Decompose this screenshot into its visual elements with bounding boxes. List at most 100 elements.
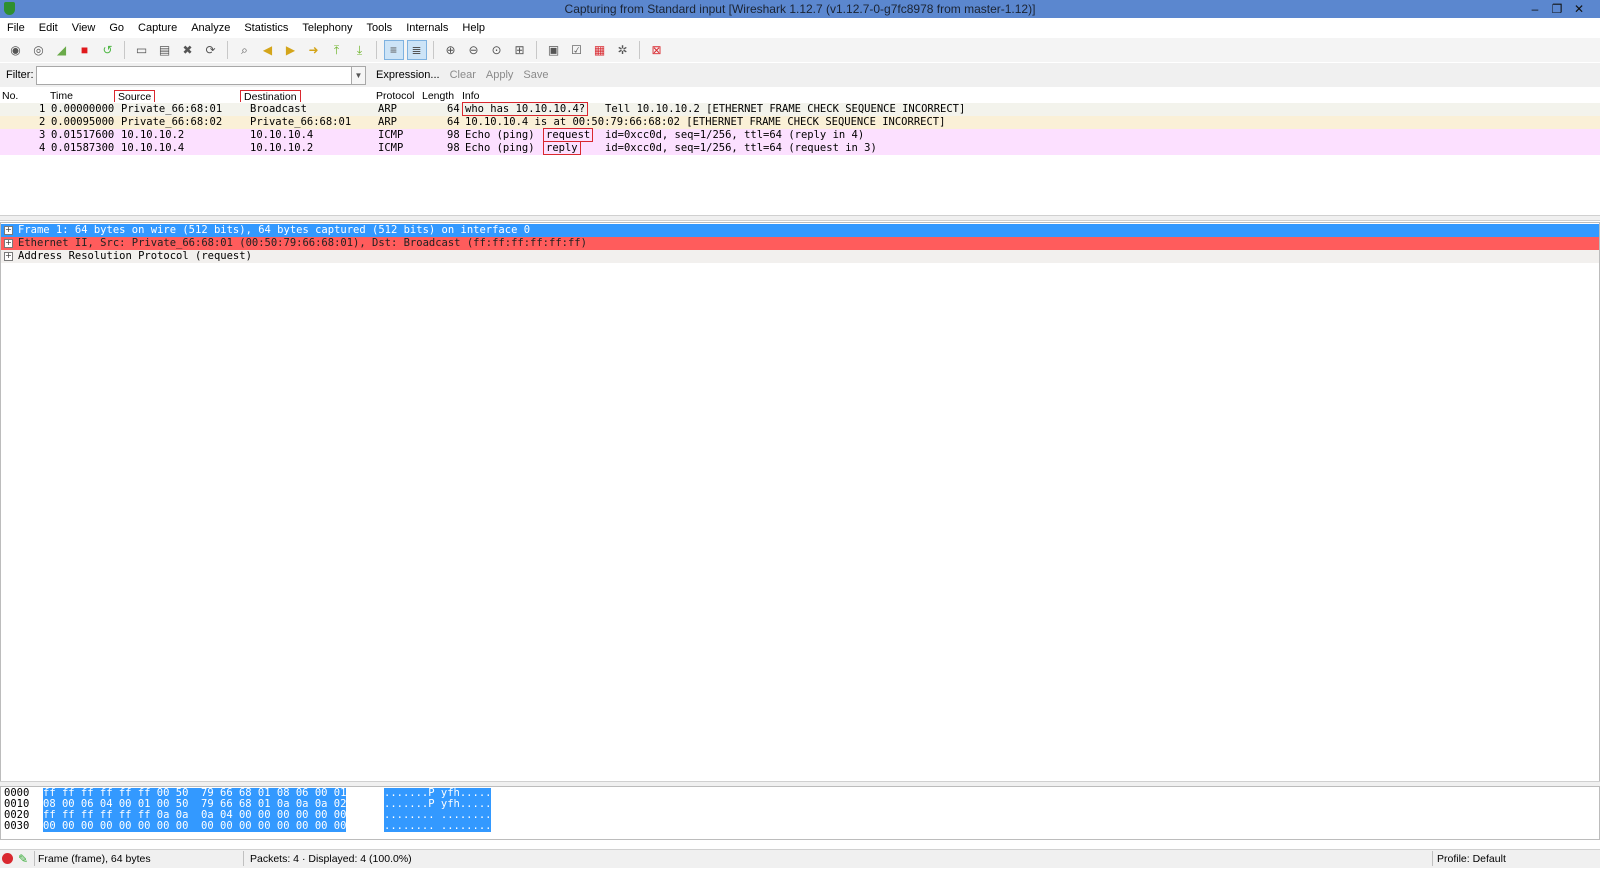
packet-info-highlight: request	[543, 128, 594, 142]
menu-telephony[interactable]: Telephony	[295, 22, 359, 34]
column-header-time[interactable]: Time	[50, 90, 73, 102]
forward-icon[interactable]: ▶	[281, 40, 301, 60]
status-separator	[1432, 851, 1433, 866]
capture-comment-icon[interactable]: ✎	[18, 852, 28, 866]
packet-row[interactable]: 4 0.01587300 10.10.10.4 10.10.10.2 ICMP …	[0, 141, 1600, 155]
zoom-in-icon[interactable]: ⊕	[441, 40, 461, 60]
menu-file[interactable]: File	[0, 22, 32, 34]
reload-icon[interactable]: ⟳	[201, 40, 221, 60]
packet-protocol: ARP	[378, 103, 397, 115]
menu-view[interactable]: View	[65, 22, 103, 34]
close-window-button[interactable]: ✕	[1568, 0, 1590, 18]
help-icon[interactable]: ⊠	[647, 40, 667, 60]
detail-text: Ethernet II, Src: Private_66:68:01 (00:5…	[18, 237, 587, 249]
filter-input[interactable]	[36, 65, 352, 85]
packet-info: id=0xcc0d, seq=1/256, ttl=64 (reply in 4…	[605, 129, 865, 141]
menu-statistics[interactable]: Statistics	[237, 22, 295, 34]
packet-row[interactable]: 2 0.00095000 Private_66:68:02 Private_66…	[0, 116, 1600, 129]
packet-length: 98	[447, 129, 460, 141]
packet-protocol: ARP	[378, 116, 397, 128]
packet-no: 2	[39, 116, 46, 128]
column-header-info[interactable]: Info	[462, 90, 480, 102]
packet-row[interactable]: 1 0.00000000 Private_66:68:01 Broadcast …	[0, 102, 1600, 116]
capture-filters-icon[interactable]: ▣	[544, 40, 564, 60]
packet-time: 0.00000000	[51, 103, 115, 115]
toolbar-separator	[536, 41, 537, 59]
column-header-protocol[interactable]: Protocol	[376, 90, 415, 102]
packet-list: 1 0.00000000 Private_66:68:01 Broadcast …	[0, 102, 1600, 214]
colorize-icon[interactable]: ≡	[383, 40, 404, 60]
column-header-length[interactable]: Length	[422, 90, 454, 102]
normal-size-icon[interactable]: ⊙	[487, 40, 507, 60]
packet-destination: 10.10.10.4	[250, 129, 314, 141]
toolbar-separator	[227, 41, 228, 59]
autoscroll-icon[interactable]: ≣	[406, 40, 427, 60]
expand-icon[interactable]: +	[4, 252, 13, 261]
start-capture-icon[interactable]: ◢	[52, 40, 72, 60]
preferences-icon[interactable]: ✲	[613, 40, 633, 60]
back-icon[interactable]: ◀	[258, 40, 278, 60]
save-filter-button[interactable]: Save	[523, 69, 548, 81]
open-icon[interactable]: ▭	[132, 40, 152, 60]
zoom-out-icon[interactable]: ⊖	[464, 40, 484, 60]
packet-source: 10.10.10.2	[121, 129, 185, 141]
expression-button[interactable]: Expression...	[376, 69, 440, 81]
packet-no: 1	[39, 103, 46, 115]
restart-capture-icon[interactable]: ↺	[98, 40, 118, 60]
menu-go[interactable]: Go	[102, 22, 131, 34]
apply-button[interactable]: Apply	[486, 69, 514, 81]
interfaces-icon[interactable]: ◉	[6, 40, 26, 60]
hex-bytes: 00 00 00 00 00 00 00 00 00 00 00 00 00 0…	[43, 820, 347, 832]
goto-icon[interactable]: ➜	[304, 40, 324, 60]
menu-analyze[interactable]: Analyze	[184, 22, 237, 34]
menu-tools[interactable]: Tools	[360, 22, 400, 34]
detail-text: Frame 1: 64 bytes on wire (512 bits), 64…	[18, 224, 531, 236]
clear-button[interactable]: Clear	[450, 69, 476, 81]
menu-edit[interactable]: Edit	[32, 22, 65, 34]
detail-row-arp[interactable]: + Address Resolution Protocol (request)	[1, 250, 1599, 263]
save-icon[interactable]: ▤	[155, 40, 175, 60]
display-filters-icon[interactable]: ☑	[567, 40, 587, 60]
hex-line[interactable]: 0030 00 00 00 00 00 00 00 00 00 00 00 00…	[1, 821, 492, 832]
coloring-rules-icon[interactable]: ▦	[590, 40, 610, 60]
options-icon[interactable]: ◎	[29, 40, 49, 60]
packet-row[interactable]: 3 0.01517600 10.10.10.2 10.10.10.4 ICMP …	[0, 128, 1600, 142]
expand-icon[interactable]: +	[4, 226, 13, 235]
packet-length: 64	[447, 103, 460, 115]
status-bar: ✎ Frame (frame), 64 bytes Packets: 4 · D…	[0, 849, 1600, 868]
stop-capture-icon[interactable]: ■	[75, 40, 95, 60]
packet-no: 3	[39, 129, 46, 141]
close-icon[interactable]: ✖	[178, 40, 198, 60]
packet-info: Tell 10.10.10.2 [ETHERNET FRAME CHECK SE…	[605, 103, 966, 115]
expand-icon[interactable]: +	[4, 239, 13, 248]
detail-row-ethernet[interactable]: + Ethernet II, Src: Private_66:68:01 (00…	[1, 237, 1599, 250]
status-packets: Packets: 4 · Displayed: 4 (100.0%)	[250, 853, 412, 865]
packet-details-pane: + Frame 1: 64 bytes on wire (512 bits), …	[0, 222, 1600, 785]
last-packet-icon[interactable]: ⤓	[350, 40, 370, 60]
restore-button[interactable]: ❐	[1546, 0, 1568, 18]
packet-destination: 10.10.10.2	[250, 142, 314, 154]
find-icon[interactable]: ⌕	[235, 40, 255, 60]
hex-ascii: ........ ........	[384, 820, 492, 832]
status-separator	[243, 851, 244, 866]
expert-info-icon[interactable]	[2, 853, 13, 864]
packet-time: 0.00095000	[51, 116, 115, 128]
menu-help[interactable]: Help	[455, 22, 492, 34]
chevron-down-icon[interactable]: ▼	[352, 65, 366, 85]
packet-source: Private_66:68:02	[121, 116, 223, 128]
packet-info-highlight: reply	[543, 141, 581, 155]
status-profile[interactable]: Profile: Default	[1437, 853, 1506, 865]
minimize-button[interactable]: ‒	[1524, 0, 1546, 18]
detail-row-frame[interactable]: + Frame 1: 64 bytes on wire (512 bits), …	[1, 224, 1599, 237]
menu-internals[interactable]: Internals	[399, 22, 455, 34]
column-header-no[interactable]: No.	[2, 90, 18, 102]
packet-protocol: ICMP	[378, 129, 404, 141]
menu-capture[interactable]: Capture	[131, 22, 184, 34]
resize-columns-icon[interactable]: ⊞	[510, 40, 530, 60]
pane-splitter[interactable]	[0, 215, 1600, 221]
packet-protocol: ICMP	[378, 142, 404, 154]
packet-length: 98	[447, 142, 460, 154]
packet-info-type: Echo (ping)	[465, 129, 535, 141]
toolbar-separator	[376, 41, 377, 59]
first-packet-icon[interactable]: ⤒	[327, 40, 347, 60]
